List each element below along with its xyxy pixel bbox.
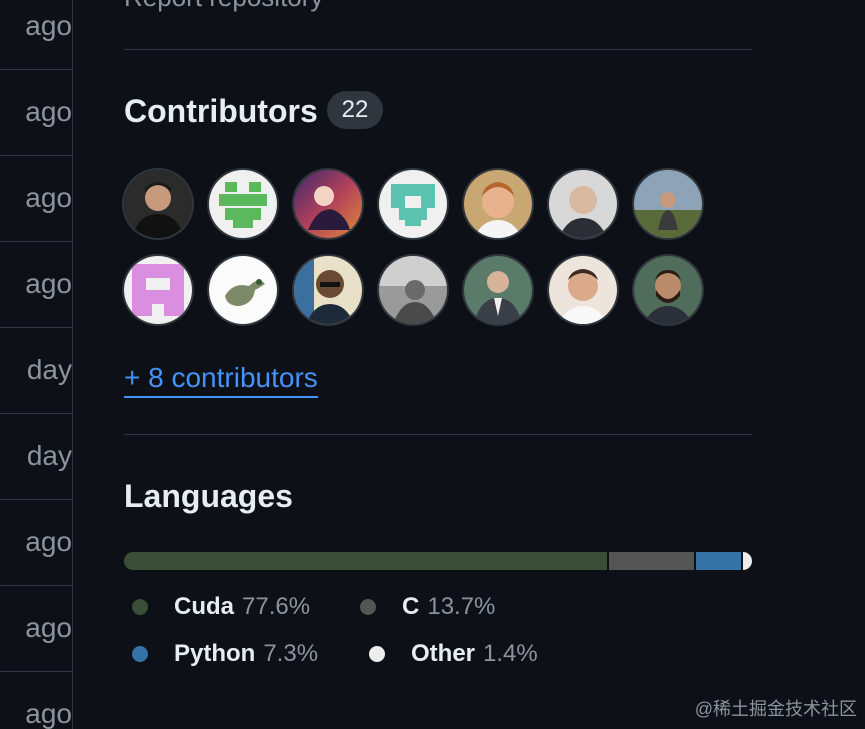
report-repository-link[interactable]: Report repository <box>124 0 323 13</box>
time-row: ago <box>0 241 72 328</box>
language-segment-other[interactable] <box>743 552 752 570</box>
time-text: ago <box>25 612 72 643</box>
language-percent: 7.3% <box>263 640 319 667</box>
language-color-dot <box>132 599 148 615</box>
time-row: ago <box>0 671 72 729</box>
time-text: ago <box>25 268 72 299</box>
avatar-contributor-14[interactable] <box>634 256 702 324</box>
language-color-dot <box>369 646 385 662</box>
avatar-contributor-3[interactable] <box>294 170 362 238</box>
avatar-contributor-2[interactable] <box>209 170 277 238</box>
divider <box>124 434 752 435</box>
language-name: Cuda <box>174 593 234 620</box>
language-segment-c[interactable] <box>608 552 694 570</box>
time-row: day <box>0 327 72 414</box>
time-row: ago <box>0 0 72 70</box>
time-row: day <box>0 413 72 500</box>
language-name: Other <box>411 640 476 667</box>
avatar-contributor-9[interactable] <box>209 256 277 324</box>
language-segment-python[interactable] <box>695 552 742 570</box>
page-root: ago ago ago ago day day ago ago ago Repo… <box>0 0 865 729</box>
avatar-contributor-13[interactable] <box>549 256 617 324</box>
avatar-contributor-6[interactable] <box>549 170 617 238</box>
contributors-heading[interactable]: Contributors <box>124 93 318 130</box>
time-row: ago <box>0 499 72 586</box>
language-item-python[interactable]: Python 7.3% <box>132 640 318 668</box>
time-row: ago <box>0 585 72 672</box>
time-text: ago <box>25 698 72 729</box>
file-list-time-column: ago ago ago ago day day ago ago ago <box>0 0 73 729</box>
language-item-other: Other 1.4% <box>369 640 538 668</box>
time-row: ago <box>0 69 72 156</box>
language-color-dot <box>132 646 148 662</box>
time-text: ago <box>25 526 72 557</box>
contributors-count-badge: 22 <box>327 91 383 129</box>
languages-heading: Languages <box>124 478 293 514</box>
avatar-contributor-7[interactable] <box>634 170 702 238</box>
avatar-contributor-10[interactable] <box>294 256 362 324</box>
language-segment-cuda[interactable] <box>124 552 607 570</box>
languages-progress-bar <box>124 552 752 570</box>
language-name: Python <box>174 640 256 667</box>
avatar-contributor-11[interactable] <box>379 256 447 324</box>
language-item-cuda[interactable]: Cuda 77.6% <box>132 593 310 621</box>
time-text: ago <box>25 182 72 213</box>
avatar-contributor-8[interactable] <box>124 256 192 324</box>
avatar-contributor-4[interactable] <box>379 170 447 238</box>
avatar-contributor-12[interactable] <box>464 256 532 324</box>
time-row: ago <box>0 155 72 242</box>
language-color-dot <box>360 599 376 615</box>
more-contributors-link[interactable]: + 8 contributors <box>124 362 318 398</box>
language-name: C <box>402 593 420 620</box>
watermark-text: @稀土掘金技术社区 <box>694 699 857 719</box>
time-text: ago <box>25 96 72 127</box>
time-text: day <box>26 440 72 471</box>
avatar-contributor-5[interactable] <box>464 170 532 238</box>
time-text: ago <box>25 10 72 41</box>
avatar-contributor-1[interactable] <box>124 170 192 238</box>
language-percent: 13.7% <box>427 593 496 620</box>
language-item-c[interactable]: C 13.7% <box>360 593 495 621</box>
divider <box>124 49 752 50</box>
time-text: day <box>26 354 72 385</box>
language-percent: 77.6% <box>242 593 311 620</box>
language-percent: 1.4% <box>483 640 538 667</box>
